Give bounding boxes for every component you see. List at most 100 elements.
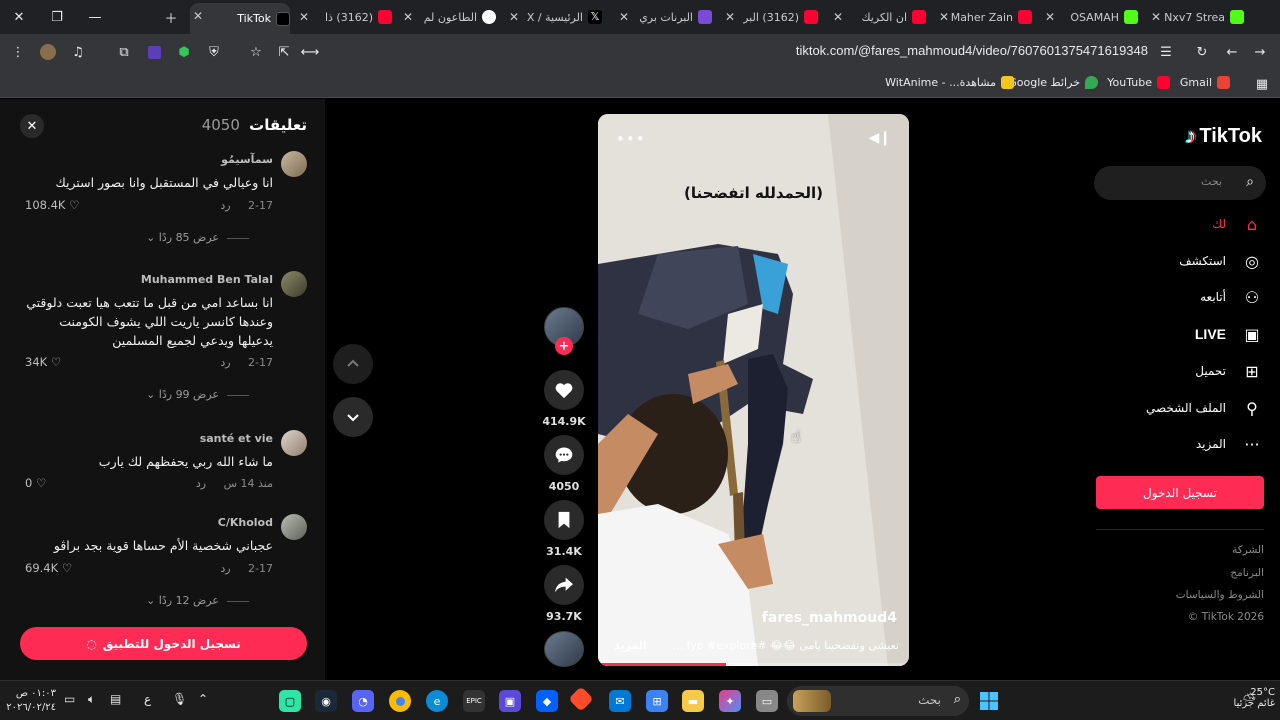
- language-indicator[interactable]: ع: [144, 692, 151, 706]
- media-control-icon[interactable]: ♫: [68, 42, 88, 62]
- copilot-icon[interactable]: ✦: [719, 690, 741, 712]
- shield-icon[interactable]: ⛨: [204, 42, 224, 62]
- tab-kick-1[interactable]: ✕ OSAMAH: [1042, 4, 1138, 30]
- nav-item-profile[interactable]: ⚲ الملف الشخصي: [1094, 394, 1264, 422]
- profile-avatar-icon[interactable]: [38, 42, 58, 62]
- chevron-up-icon[interactable]: ⌃: [198, 692, 208, 706]
- dropbox-icon[interactable]: ◆: [536, 690, 558, 712]
- all-bookmarks-icon[interactable]: ▦: [1252, 74, 1272, 94]
- discord-icon[interactable]: ◔: [352, 690, 374, 712]
- reply-button[interactable]: رد: [220, 562, 230, 575]
- close-tab-icon[interactable]: ✕: [722, 4, 738, 30]
- tab-youtube-3[interactable]: ✕ ان الكريك: [830, 4, 926, 30]
- extensions-icon[interactable]: ⧉: [114, 42, 134, 62]
- edge-icon[interactable]: e: [426, 690, 448, 712]
- search-icon[interactable]: ⌕: [1246, 174, 1254, 190]
- tab-x[interactable]: ✕ 𝕏 الرئيسية / X: [506, 4, 602, 30]
- microphone-icon[interactable]: 🎙︎: [172, 692, 187, 706]
- windows-start-icon[interactable]: [978, 690, 1000, 712]
- bookmark-witanime[interactable]: مشاهدة... - WitAnime: [885, 76, 1014, 89]
- next-video-button[interactable]: [333, 397, 373, 437]
- comment-username[interactable]: C/Kholod: [218, 516, 273, 529]
- tab-youtube-1[interactable]: ✕ (3162) ذا: [296, 4, 392, 30]
- chrome-icon[interactable]: [389, 690, 411, 712]
- close-tab-icon[interactable]: ✕: [506, 4, 522, 30]
- nav-item-explore[interactable]: ◎ استكشف: [1094, 247, 1264, 275]
- close-window-icon[interactable]: ✕: [0, 0, 38, 34]
- app-icon[interactable]: ▢: [279, 690, 301, 712]
- close-tab-icon[interactable]: ✕: [936, 4, 952, 30]
- battery-icon[interactable]: ▭: [64, 692, 75, 706]
- close-tab-icon[interactable]: ✕: [1042, 4, 1058, 30]
- avatar[interactable]: [281, 430, 307, 456]
- speaker-icon[interactable]: 🔈︎: [88, 692, 95, 707]
- nav-item-live[interactable]: ▣ LIVE: [1094, 320, 1264, 348]
- footer-link-terms[interactable]: الشروط والسياسات: [1176, 589, 1264, 601]
- reload-icon[interactable]: ↻: [1192, 42, 1212, 62]
- video-progress-bar[interactable]: [598, 663, 909, 666]
- comment-like-button[interactable]: 69.4K ♡: [25, 561, 72, 575]
- tab-google[interactable]: ✕ الطاعون لم: [400, 4, 496, 30]
- like-button[interactable]: [544, 370, 584, 410]
- close-tab-icon[interactable]: ✕: [190, 3, 206, 29]
- close-tab-icon[interactable]: ✕: [400, 4, 416, 30]
- view-replies-button[interactable]: عرض 99 ردًا ⌄: [146, 388, 249, 401]
- site-settings-icon[interactable]: ☰: [1156, 42, 1176, 62]
- tab-tiktok[interactable]: ✕ TikTok: [190, 3, 290, 34]
- nav-item-upload[interactable]: ⊞ تحميل: [1094, 357, 1264, 385]
- app-icon[interactable]: ▣: [499, 690, 521, 712]
- extension-icon[interactable]: [144, 42, 164, 62]
- login-button[interactable]: تسجيل الدخول: [1096, 476, 1264, 509]
- address-bar[interactable]: tiktok.com/@fares_mahmoud4/video/7607601…: [700, 43, 1148, 58]
- bookmark-youtube[interactable]: YouTube: [1107, 76, 1170, 89]
- tiktok-logo[interactable]: ♪ TikTok: [1185, 123, 1262, 149]
- avatar[interactable]: [281, 271, 307, 297]
- restore-window-icon[interactable]: ❐: [38, 0, 76, 34]
- share-icon[interactable]: ⇱: [274, 42, 294, 62]
- bookmark-star-icon[interactable]: ☆: [246, 42, 266, 62]
- shield-green-icon[interactable]: ⬢: [174, 42, 194, 62]
- nav-item-following[interactable]: ⚇ أتابعه: [1094, 283, 1264, 311]
- menu-dots-icon[interactable]: ⋮: [8, 42, 28, 62]
- volume-icon[interactable]: ◀❙: [869, 130, 892, 146]
- previous-video-button[interactable]: [333, 344, 373, 384]
- search-input[interactable]: بحث ⌕: [1094, 166, 1266, 200]
- close-tab-icon[interactable]: ✕: [1148, 4, 1164, 30]
- avatar[interactable]: [281, 151, 307, 177]
- video-player[interactable]: ••• ◀❙ (الحمدلله اتفضحنا) fares_mahmoud4…: [598, 114, 909, 666]
- share-button[interactable]: [544, 565, 584, 605]
- view-replies-button[interactable]: عرض 85 ردًا ⌄: [146, 231, 249, 244]
- epic-games-icon[interactable]: EPIC: [463, 690, 485, 712]
- sound-disc-icon[interactable]: [544, 631, 584, 667]
- taskbar-clock[interactable]: ٠١:٠٣ ص ٢٠٢٦/٠٢/٢٤: [6, 687, 56, 715]
- bookmark-gmail[interactable]: Gmail: [1180, 76, 1230, 89]
- comment-username[interactable]: santé et vie: [200, 432, 273, 445]
- app-icon[interactable]: ▭: [756, 690, 778, 712]
- save-button[interactable]: [544, 500, 584, 540]
- tab-youtube-4[interactable]: ✕ Maher Zain: [936, 4, 1032, 30]
- store-icon[interactable]: ⊞: [646, 690, 668, 712]
- comment-like-button[interactable]: 0 ♡: [25, 476, 46, 490]
- footer-link-company[interactable]: الشركة: [1232, 544, 1264, 556]
- network-icon[interactable]: ▤: [110, 692, 121, 706]
- comment-username[interactable]: سمآسيمُو: [221, 153, 273, 166]
- close-tab-icon[interactable]: ✕: [616, 4, 632, 30]
- new-tab-icon[interactable]: ＋: [152, 0, 190, 34]
- tab-youtube-2[interactable]: ✕ (3162) البر: [722, 4, 818, 30]
- reply-button[interactable]: رد: [220, 356, 230, 369]
- bookmark-maps[interactable]: خرائط Google: [1008, 76, 1098, 89]
- comment-username[interactable]: Muhammed Ben Talal: [141, 273, 273, 286]
- view-replies-button[interactable]: عرض 12 ردًا ⌄: [146, 594, 249, 607]
- taskbar-search[interactable]: ⌕ بحث: [787, 686, 969, 716]
- forward-icon[interactable]: ←: [1222, 42, 1242, 62]
- avatar[interactable]: [281, 514, 307, 540]
- nav-item-for-you[interactable]: ⌂ لك: [1094, 210, 1264, 238]
- description-more-link[interactable]: المزيد: [614, 639, 647, 652]
- nav-item-more[interactable]: ··· المزيد: [1094, 430, 1264, 458]
- video-author[interactable]: fares_mahmoud4: [762, 610, 897, 626]
- weather-widget[interactable]: 25°C غائم جزئيا: [1205, 687, 1275, 709]
- file-explorer-icon[interactable]: ▬: [682, 690, 704, 712]
- reply-button[interactable]: رد: [196, 477, 206, 490]
- comment-like-button[interactable]: 34K ♡: [25, 355, 61, 369]
- steam-icon[interactable]: ◉: [315, 690, 337, 712]
